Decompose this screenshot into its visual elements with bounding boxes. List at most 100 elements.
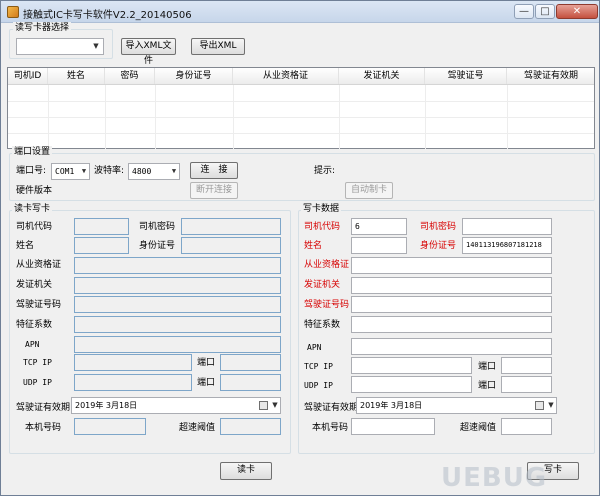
udp-port-label: 端口 xyxy=(197,378,216,388)
write-phone-field[interactable] xyxy=(351,418,435,435)
issuer-label: 发证机关 xyxy=(16,280,53,290)
read-phone-field[interactable] xyxy=(74,418,146,435)
column-header[interactable]: 姓名 xyxy=(48,68,105,84)
read-tcp-ip-field[interactable] xyxy=(74,354,192,371)
read-driver-password-field[interactable] xyxy=(181,218,281,235)
write-apn-label: APN xyxy=(307,343,322,352)
chevron-down-icon: ▼ xyxy=(272,401,278,409)
write-tcp-ip-label: TCP IP xyxy=(304,362,333,371)
maximize-button[interactable]: □ xyxy=(535,4,555,19)
apn-label: APN xyxy=(25,340,40,349)
read-apn-field[interactable] xyxy=(74,336,281,353)
baud-label: 波特率: xyxy=(94,166,125,176)
write-driver-code-label: 司机代码 xyxy=(304,222,341,232)
read-tcp-port-field[interactable] xyxy=(220,354,281,371)
minimize-button[interactable]: — xyxy=(514,4,534,19)
write-udp-ip-field[interactable] xyxy=(351,376,472,393)
id-number-label: 身份证号 xyxy=(139,241,176,251)
write-feature-label: 特征系数 xyxy=(304,320,341,330)
driver-password-label: 司机密码 xyxy=(139,222,176,232)
write-phone-label: 本机号码 xyxy=(312,423,349,433)
grid-line xyxy=(8,101,594,102)
write-license-code-field[interactable] xyxy=(351,296,552,313)
write-driver-password-field[interactable] xyxy=(462,218,552,235)
port-settings-group xyxy=(9,153,595,201)
expiry-label: 驾驶证有效期 xyxy=(16,403,71,413)
column-header[interactable]: 发证机关 xyxy=(339,68,425,84)
connect-button[interactable]: 连 接 xyxy=(190,162,238,179)
read-udp-ip-field[interactable] xyxy=(74,374,192,391)
phone-label: 本机号码 xyxy=(25,423,62,433)
write-issuer-label: 发证机关 xyxy=(304,280,341,290)
auto-issue-button[interactable]: 自动制卡 xyxy=(345,182,393,199)
reader-select-title: 读写卡器选择 xyxy=(13,22,72,34)
write-issuer-field[interactable] xyxy=(351,277,552,294)
hardware-version-label: 硬件版本 xyxy=(16,186,53,196)
app-icon xyxy=(7,6,19,18)
tcp-port-label: 端口 xyxy=(197,358,216,368)
write-apn-field[interactable] xyxy=(351,338,552,355)
calendar-icon xyxy=(259,401,268,410)
grid-line xyxy=(8,133,594,134)
driver-table[interactable]: 司机ID 姓名 密码 身份证号 从业资格证 发证机关 驾驶证号 驾驶证有效期 xyxy=(7,67,595,149)
column-header[interactable]: 从业资格证 xyxy=(233,68,339,84)
name-label: 姓名 xyxy=(16,241,35,251)
column-header[interactable]: 驾驶证有效期 xyxy=(507,68,595,84)
feature-label: 特征系数 xyxy=(16,320,53,330)
export-xml-button[interactable]: 导出XML xyxy=(191,38,245,55)
read-license-code-field[interactable] xyxy=(74,296,281,313)
write-id-number-field[interactable]: 140113196807181218 xyxy=(462,237,552,254)
read-card-title: 读卡写卡 xyxy=(12,203,53,215)
write-name-field[interactable] xyxy=(351,237,407,254)
qualification-label: 从业资格证 xyxy=(16,260,62,270)
license-code-label: 驾驶证号码 xyxy=(16,300,62,310)
tcp-ip-label: TCP IP xyxy=(23,358,52,367)
overspeed-label: 超速阈值 xyxy=(179,423,216,433)
write-udp-port-label: 端口 xyxy=(478,381,497,391)
read-qualification-field[interactable] xyxy=(74,257,281,274)
write-card-title: 写卡数据 xyxy=(301,203,342,215)
write-name-label: 姓名 xyxy=(304,241,323,251)
driver-code-label: 司机代码 xyxy=(16,222,53,232)
write-udp-ip-label: UDP IP xyxy=(304,381,333,390)
chevron-down-icon: ▼ xyxy=(93,42,99,50)
write-feature-field[interactable] xyxy=(351,316,552,333)
write-id-number-label: 身份证号 xyxy=(420,241,457,251)
close-button[interactable]: ✕ xyxy=(556,4,598,19)
disconnect-button[interactable]: 断开连接 xyxy=(190,182,238,199)
read-issuer-field[interactable] xyxy=(74,277,281,294)
write-overspeed-label: 超速阈值 xyxy=(460,423,497,433)
read-id-number-field[interactable] xyxy=(181,237,281,254)
read-driver-code-field[interactable] xyxy=(74,218,129,235)
reader-select-dropdown[interactable]: ▼ xyxy=(16,38,104,55)
read-feature-field[interactable] xyxy=(74,316,281,333)
read-card-button[interactable]: 读卡 xyxy=(220,462,272,480)
import-xml-button[interactable]: 导入XML文件 xyxy=(121,38,176,66)
app-window: 接触式IC卡写卡软件V2.2_20140506 — □ ✕ 读写卡器选择 ▼ 导… xyxy=(0,0,600,496)
write-tcp-ip-field[interactable] xyxy=(351,357,472,374)
write-driver-password-label: 司机密码 xyxy=(420,222,457,232)
column-header[interactable]: 密码 xyxy=(105,68,155,84)
chevron-down-icon: ▼ xyxy=(81,167,87,175)
column-header[interactable]: 司机ID xyxy=(8,68,48,84)
write-overspeed-field[interactable] xyxy=(501,418,552,435)
read-expiry-date-picker[interactable]: 2019年 3月18日 ▼ xyxy=(71,397,281,414)
write-expiry-label: 驾驶证有效期 xyxy=(304,403,359,413)
grid-line xyxy=(8,117,594,118)
read-udp-port-field[interactable] xyxy=(220,374,281,391)
write-expiry-date-picker[interactable]: 2019年 3月18日 ▼ xyxy=(356,397,557,414)
read-name-field[interactable] xyxy=(74,237,129,254)
column-header[interactable]: 身份证号 xyxy=(155,68,233,84)
title-bar: 接触式IC卡写卡软件V2.2_20140506 — □ ✕ xyxy=(1,1,599,23)
write-tcp-port-label: 端口 xyxy=(478,362,497,372)
write-udp-port-field[interactable] xyxy=(501,376,552,393)
column-header[interactable]: 驾驶证号 xyxy=(425,68,507,84)
port-select[interactable]: COM1 ▼ xyxy=(51,163,90,180)
write-driver-code-field[interactable]: 6 xyxy=(351,218,407,235)
write-qualification-field[interactable] xyxy=(351,257,552,274)
baud-select[interactable]: 4800 ▼ xyxy=(128,163,180,180)
read-overspeed-field[interactable] xyxy=(220,418,281,435)
table-header: 司机ID 姓名 密码 身份证号 从业资格证 发证机关 驾驶证号 驾驶证有效期 xyxy=(8,68,594,85)
write-tcp-port-field[interactable] xyxy=(501,357,552,374)
chevron-down-icon: ▼ xyxy=(548,401,554,409)
